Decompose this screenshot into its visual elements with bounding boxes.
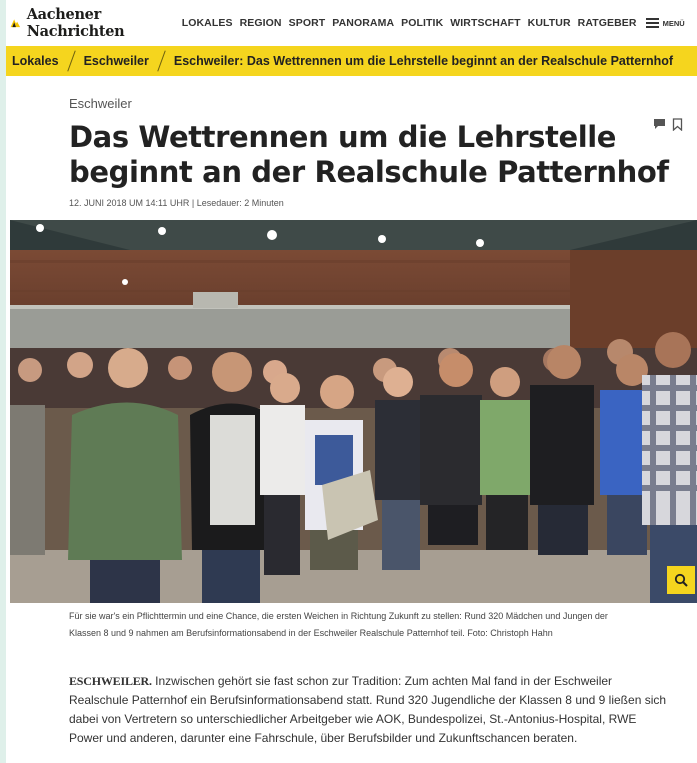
nav-item-lokales[interactable]: LOKALES	[182, 17, 233, 29]
article-meta: 12. JUNI 2018 UM 14:11 UHR | Lesedauer: …	[69, 198, 284, 208]
menu-button[interactable]: MENÜ	[645, 18, 685, 28]
comment-icon[interactable]	[653, 118, 666, 130]
photo-caption: Für sie war's ein Pflichttermin und eine…	[69, 611, 608, 638]
nav-item-kultur[interactable]: KULTUR	[528, 17, 571, 29]
article-body: ESCHWEILER. Inzwischen gehört sie fast s…	[69, 672, 669, 748]
nav-item-wirtschaft[interactable]: WIRTSCHAFT	[450, 17, 520, 29]
group-photo-students	[10, 220, 697, 603]
magnifier-icon	[674, 573, 688, 587]
main-nav: LOKALES REGION SPORT PANORAMA POLITIK WI…	[182, 16, 697, 30]
article-category[interactable]: Eschweiler	[69, 96, 697, 111]
page: Aachener Nachrichten LOKALES REGION SPOR…	[6, 0, 697, 763]
hamburger-icon	[645, 18, 659, 28]
menu-label: MENÜ	[662, 18, 685, 28]
top-navigation: Aachener Nachrichten LOKALES REGION SPOR…	[6, 0, 697, 46]
breadcrumb-item-eschweiler[interactable]: Eschweiler	[84, 54, 149, 68]
site-name: Aachener Nachrichten	[26, 6, 125, 40]
breadcrumb-separator	[66, 50, 76, 72]
breadcrumb-item-lokales[interactable]: Lokales	[12, 54, 59, 68]
article-actions	[653, 118, 683, 131]
breadcrumb: Lokales Eschweiler Eschweiler: Das Wettr…	[6, 46, 697, 76]
breadcrumb-separator	[157, 50, 166, 72]
regional-map-icon	[10, 19, 21, 28]
zoom-button[interactable]	[667, 566, 695, 594]
article-body-text: Inzwischen gehört sie fast schon zur Tra…	[69, 674, 667, 745]
article-title: Das Wettrennen um die Lehrstelle beginnt…	[69, 120, 669, 189]
site-logo[interactable]: Aachener Nachrichten	[10, 6, 132, 40]
breadcrumb-item-current: Eschweiler: Das Wettrennen um die Lehrst…	[173, 54, 674, 68]
nav-item-sport[interactable]: SPORT	[289, 17, 326, 29]
article-dateline: ESCHWEILER.	[69, 674, 152, 688]
article-photo[interactable]	[10, 220, 697, 603]
nav-item-panorama[interactable]: PANORAMA	[332, 17, 394, 29]
article-header: Eschweiler Das Wettrennen um die Lehrste…	[6, 96, 697, 208]
nav-item-ratgeber[interactable]: RATGEBER	[578, 17, 637, 29]
nav-item-region[interactable]: REGION	[240, 17, 282, 29]
bookmark-icon[interactable]	[672, 118, 683, 131]
nav-item-politik[interactable]: POLITIK	[401, 17, 443, 29]
